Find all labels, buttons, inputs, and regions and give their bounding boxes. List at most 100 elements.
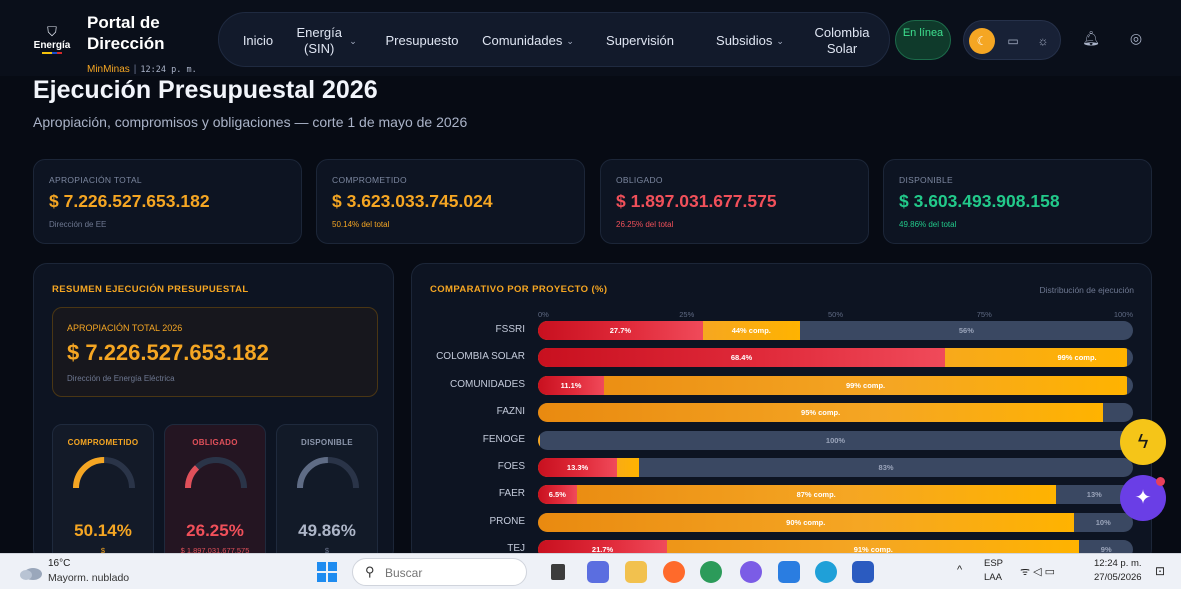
top-header: ⛉ Energía Portal de Dirección MinMinas | 1… [0,0,1181,76]
kpi-card-obligado: OBLIGADO $ 1.897.031.677.575 26.25% del to… [600,159,869,244]
approp-value: $ 7.226.527.653.182 [67,340,269,365]
kpi-card-disponible: DISPONIBLE $ 3.603.493.908.158 49.86% del … [883,159,1152,244]
edge-icon[interactable] [815,561,837,583]
weather-temp[interactable]: 16°C [48,558,70,569]
main-nav: Inicio Energía (SIN) ⌄ Presupuesto Comunidad… [218,12,890,67]
ministry-logo: ⛉ Energía [30,24,74,60]
brand[interactable]: ⛉ Energía Portal de Dirección MinMinas | 1… [30,10,220,75]
theme-switcher: ☾ ▭ ☼ [963,20,1061,60]
teams-icon[interactable] [587,561,609,583]
nav-item-supervisi-n[interactable]: Supervisión [597,13,683,68]
nav-item-label: Subsidios [716,32,773,48]
kpi-note: Dirección de EE [49,220,107,229]
gauge-percent: 26.25% [186,521,244,540]
approp-label: APROPIACIÓN TOTAL 2026 [67,323,183,333]
nav-item-subsidios[interactable]: Subsidios ⌄ [705,13,795,68]
taskbar-search[interactable]: ⚲ [352,558,527,586]
approp-note: Dirección de Energía Eléctrica [67,374,175,383]
firefox-icon[interactable] [663,561,685,583]
bar-committed-label: 44% comp. [731,326,771,335]
gauge-fill [73,456,105,489]
bar-track[interactable]: 95% comp. [538,403,1133,423]
bar-label: FAZNI [496,406,525,418]
portal-title: Portal de Dirección [87,13,165,53]
gauge-arc [297,457,359,489]
nav-item-inicio[interactable]: Inicio [239,13,277,68]
search-input[interactable] [385,564,515,581]
bar-label: FOES [497,461,525,472]
x-tick-label: 50% [827,310,844,319]
bar-committed-label: 87% comp. [796,490,836,500]
nav-item-energ-a-sin-[interactable]: Energía (SIN) ⌄ [291,13,359,68]
chevron-down-icon: ⌄ [566,35,574,46]
nav-item-comunidades[interactable]: Comunidades ⌄ [479,13,577,68]
os-taskbar: 16°C Mayorm. nublado ⚲ ^ ESP LAA ᯤ ◁ ▭ 1… [0,553,1181,589]
summary-heading: RESUMEN EJECUCIÓN PRESUPUESTAL [52,284,249,295]
chrome-icon[interactable] [700,561,722,583]
bell-icon[interactable]: 🔔︎ [1081,28,1101,48]
bar-track[interactable]: 13.3% 83% [538,458,1133,477]
gauge-card-disponible: DISPONIBLE 49.86% $ [276,424,378,564]
clock-date[interactable]: 27/05/2026 [1094,572,1142,583]
monitor-icon[interactable]: ▭ [1000,28,1026,54]
kpi-note: 50.14% del total [332,220,390,229]
kpi-label: COMPROMETIDO [332,175,407,185]
kpi-label: OBLIGADO [616,175,663,185]
nav-item-label: Energía (SIN) [296,24,342,56]
bar-track[interactable]: 27.7% 44% comp. 56% [538,321,1133,340]
gauge-label: OBLIGADO [192,438,238,447]
bar-remaining-label: 100% [825,435,846,445]
bar-track[interactable]: 6.5% 87% comp. 13% [538,485,1133,505]
header-time: 12:24 p. m. [140,65,197,75]
bar-obligated-label: 11.1% [560,380,582,390]
windows-start-icon[interactable] [317,562,337,582]
moon-icon[interactable]: ☾ [969,28,995,54]
brand-subline: MinMinas | 12:24 p. m. [87,64,197,75]
kpi-value: $ 3.623.033.745.024 [332,191,493,211]
user-icon[interactable]: ◎ [1126,28,1146,48]
page-subtitle: Apropiación, compromisos y obligaciones … [33,114,468,130]
nav-item-presupuesto[interactable]: Presupuesto [379,13,465,68]
lightning-icon[interactable]: ϟ [1120,419,1166,465]
x-tick-label: 0% [538,310,549,319]
copilot-icon[interactable] [740,561,762,583]
chevron-up-icon[interactable]: ^ [957,564,962,576]
comparison-heading: COMPARATIVO POR PROYECTO (%) [430,284,608,295]
chevron-down-icon: ⌄ [349,35,357,46]
bar-committed-label: 95% comp. [801,408,841,418]
wifi-icon[interactable]: ᯤ ◁ ▭ [1020,564,1055,579]
online-status-badge: En línea [895,20,951,60]
task-view-icon[interactable] [551,564,565,580]
bar-track[interactable]: 68.4% 99% comp. [538,348,1133,368]
kpi-value: $ 3.603.493.908.158 [899,191,1060,211]
notifications-icon[interactable]: ⊡ [1155,564,1165,578]
calendar-icon[interactable] [778,561,800,583]
bar-label: COLOMBIA SOLAR [436,351,525,363]
notification-dot [1156,477,1165,486]
bar-remaining-label: 13% [1086,490,1102,500]
nav-item-colombia-solar[interactable]: Colombia Solar [803,13,881,68]
clock-time[interactable]: 12:24 p. m. [1094,558,1142,569]
gauge-arc [73,456,135,489]
bar-label: PRONE [489,515,525,527]
file-explorer-icon[interactable] [625,561,647,583]
bar-track[interactable]: 90% comp. 10% [538,512,1133,532]
bar-committed [538,375,1128,395]
gauge-card-obligado: OBLIGADO 26.25% $ 1.897.031.677.575 [164,424,266,564]
bar-obligated-label: 27.7% [609,326,632,335]
gauge-card-comprometido: COMPROMETIDO 50.14% $ [52,424,154,564]
weather-desc[interactable]: Mayorm. nublado [48,572,129,584]
bar-committed-label: 99% comp. [845,380,886,390]
bar-remaining-label: 10% [1095,517,1111,527]
bar-track[interactable]: 11.1% 99% comp. [538,375,1133,395]
bar-track[interactable]: 100% [538,430,1133,450]
bar-obligated-label: 68.4% [730,353,753,363]
lang-line2[interactable]: LAA [984,572,1002,583]
word-icon[interactable] [852,561,874,583]
comparison-note: Distribución de ejecución [1039,285,1135,295]
nav-item-label: Supervisión [606,32,674,48]
lang-line1[interactable]: ESP [984,558,1003,569]
kpi-note: 49.86% del total [899,220,957,229]
sun-icon[interactable]: ☼ [1030,28,1056,54]
total-appropriation-card: APROPIACIÓN TOTAL 2026 $ 7.226.527.653.1… [52,307,378,397]
